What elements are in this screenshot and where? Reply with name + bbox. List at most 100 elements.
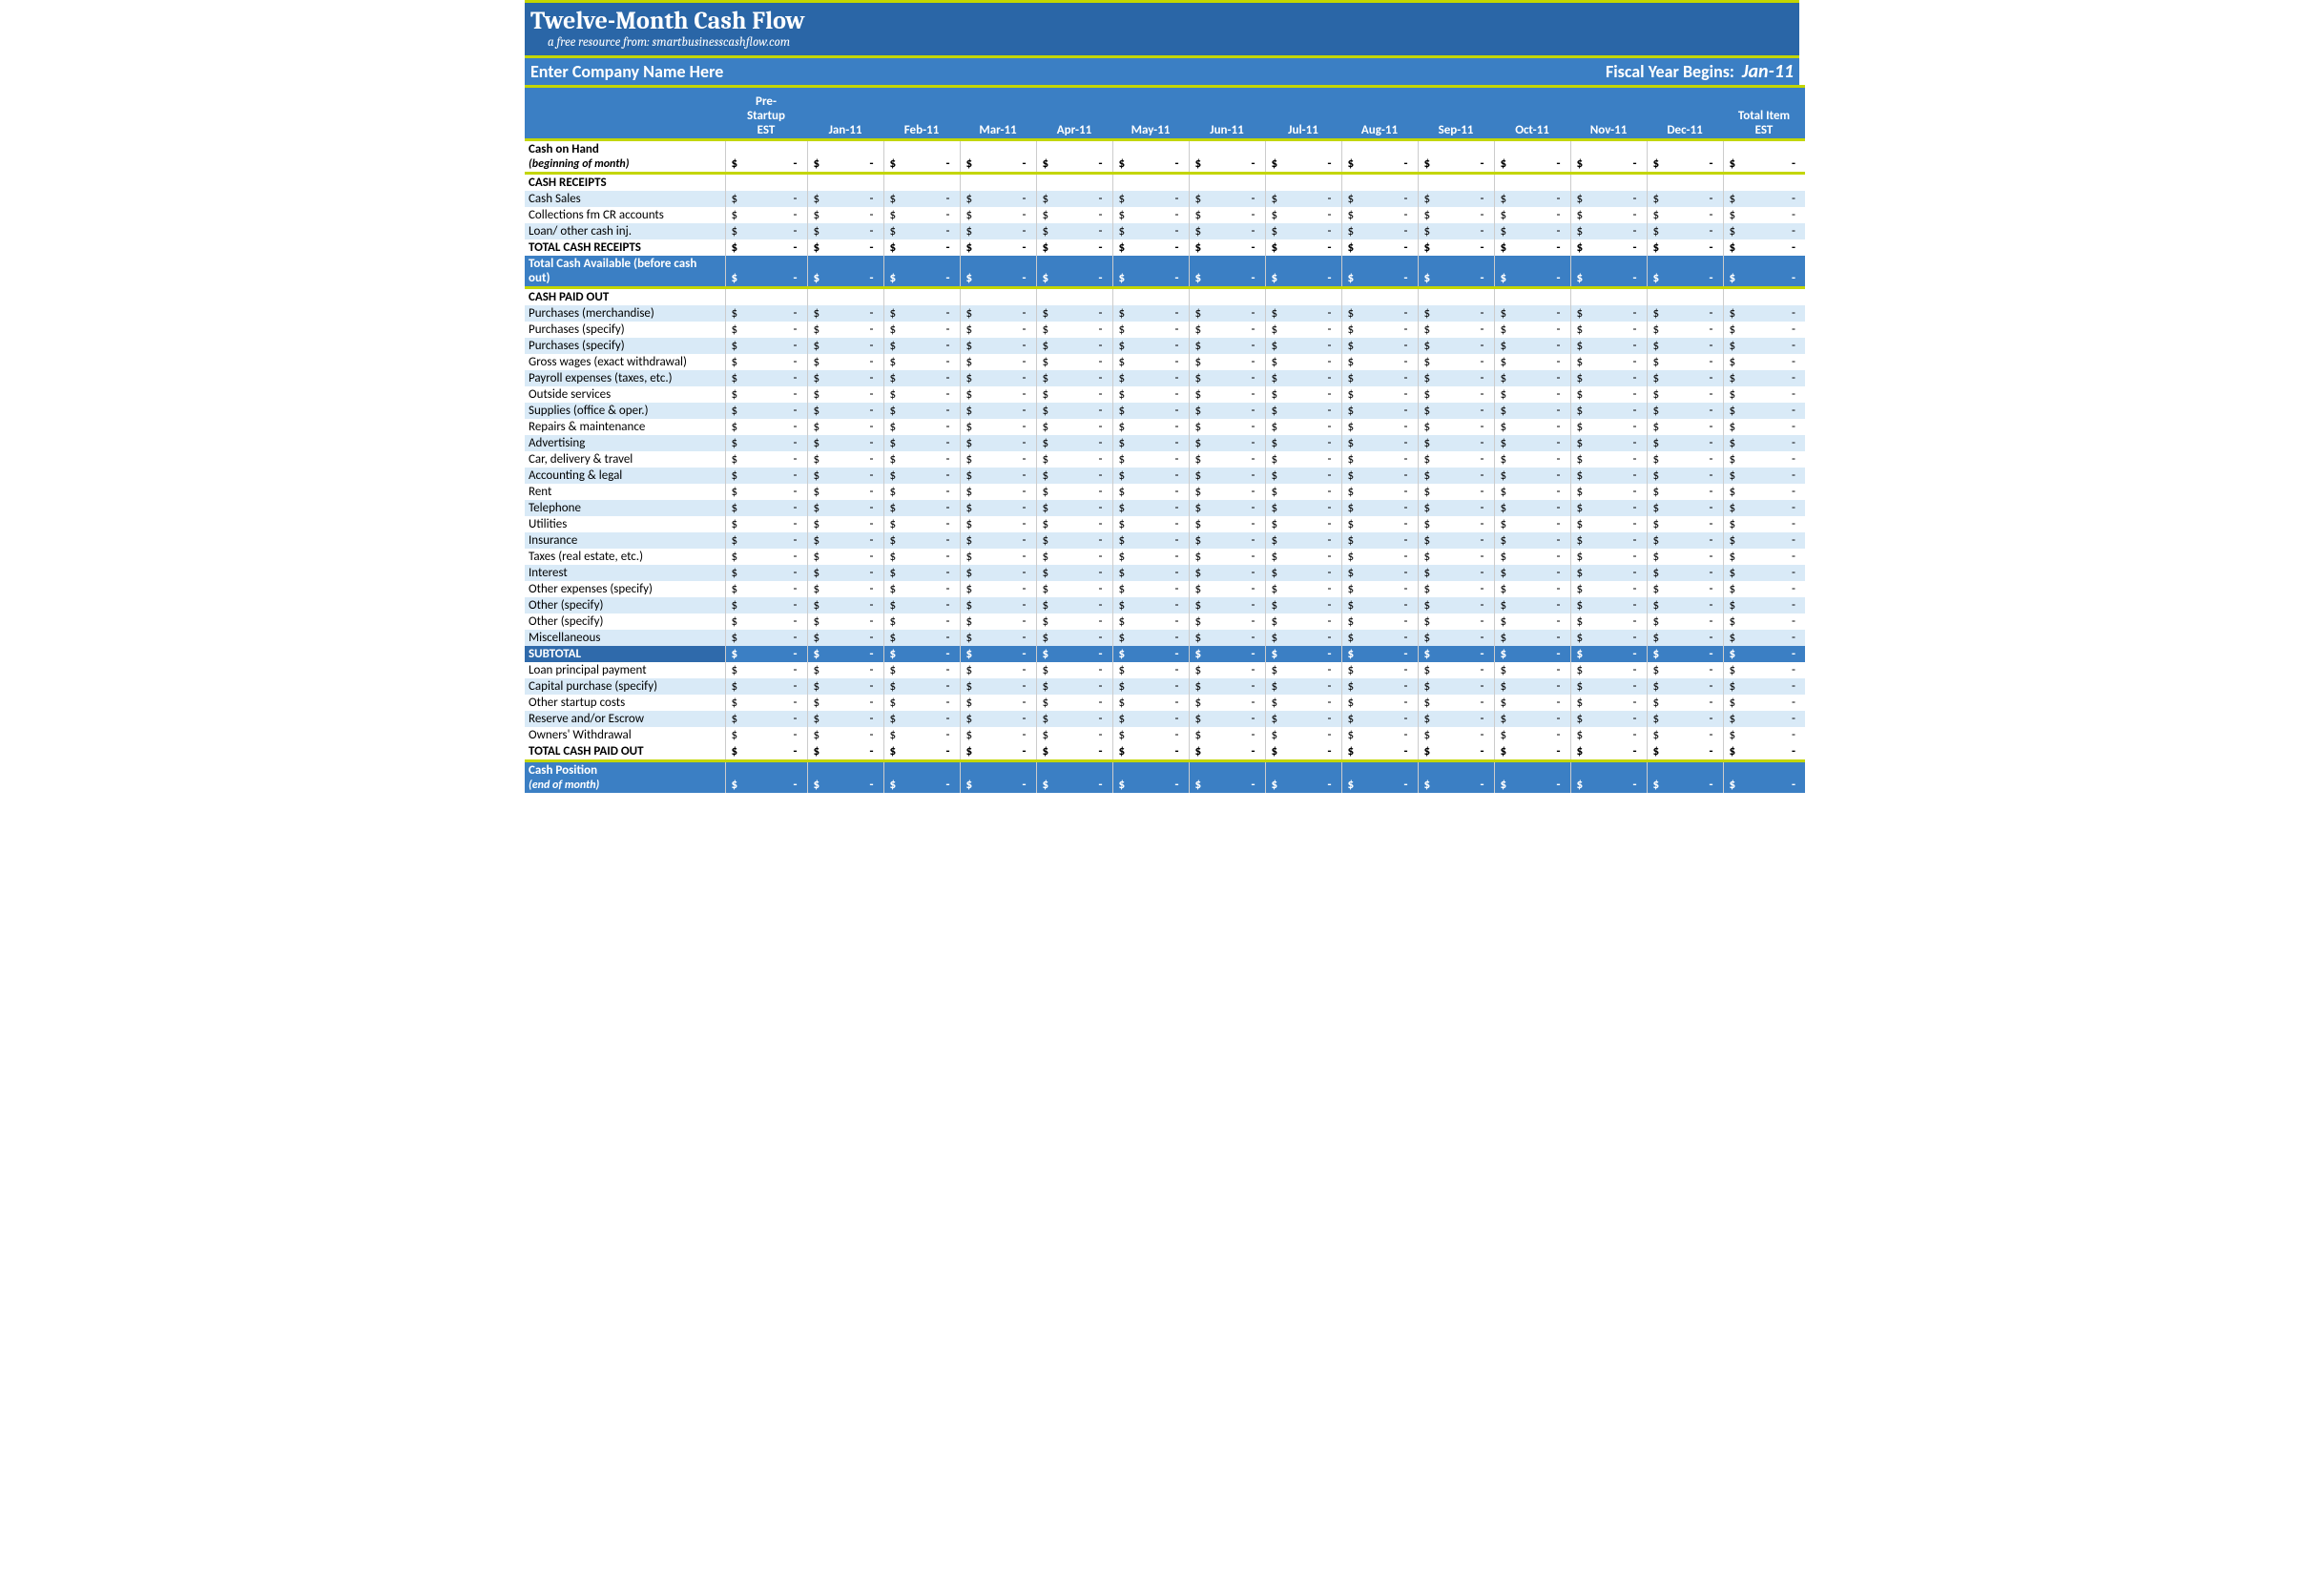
fiscal-year-value[interactable]: Jan-11 bbox=[1742, 60, 1794, 83]
value-cell[interactable]: $- bbox=[1494, 532, 1570, 549]
value-cell[interactable]: $- bbox=[1494, 354, 1570, 370]
value-cell[interactable]: $- bbox=[1418, 532, 1494, 549]
value-cell[interactable]: $- bbox=[960, 630, 1036, 646]
value-cell[interactable]: $- bbox=[1570, 761, 1647, 794]
value-cell[interactable]: $- bbox=[1723, 191, 1805, 207]
value-cell[interactable]: $- bbox=[725, 695, 807, 711]
value-cell[interactable]: $- bbox=[1570, 403, 1647, 419]
value-cell[interactable]: $- bbox=[883, 435, 960, 451]
value-cell[interactable]: $- bbox=[1112, 419, 1189, 435]
value-cell[interactable]: $- bbox=[883, 223, 960, 239]
value-cell[interactable]: $- bbox=[1647, 322, 1723, 338]
value-cell[interactable]: $- bbox=[1265, 711, 1341, 727]
value-cell[interactable]: $- bbox=[725, 322, 807, 338]
value-cell[interactable]: $- bbox=[1265, 662, 1341, 678]
value-cell[interactable]: $- bbox=[1036, 354, 1112, 370]
value-cell[interactable]: $- bbox=[1112, 435, 1189, 451]
value-cell[interactable]: $- bbox=[1570, 662, 1647, 678]
value-cell[interactable]: $- bbox=[960, 727, 1036, 743]
value-cell[interactable]: $- bbox=[1494, 662, 1570, 678]
value-cell[interactable]: $- bbox=[725, 256, 807, 288]
value-cell[interactable]: $- bbox=[883, 403, 960, 419]
value-cell[interactable]: $- bbox=[1494, 403, 1570, 419]
value-cell[interactable]: $- bbox=[725, 646, 807, 662]
value-cell[interactable]: $- bbox=[1723, 468, 1805, 484]
value-cell[interactable]: $- bbox=[1341, 662, 1418, 678]
value-cell[interactable]: $- bbox=[1265, 451, 1341, 468]
value-cell[interactable]: $- bbox=[1341, 223, 1418, 239]
value-cell[interactable]: $- bbox=[1723, 532, 1805, 549]
value-cell[interactable]: $- bbox=[960, 223, 1036, 239]
company-name-field[interactable]: Enter Company Name Here bbox=[530, 61, 723, 82]
value-cell[interactable]: $- bbox=[725, 711, 807, 727]
value-cell[interactable]: $- bbox=[1189, 322, 1265, 338]
value-cell[interactable]: $- bbox=[1723, 207, 1805, 223]
value-cell[interactable]: $- bbox=[1112, 532, 1189, 549]
value-cell[interactable]: $- bbox=[1036, 370, 1112, 386]
value-cell[interactable]: $- bbox=[725, 565, 807, 581]
value-cell[interactable]: $- bbox=[1647, 678, 1723, 695]
value-cell[interactable]: $- bbox=[1189, 565, 1265, 581]
value-cell[interactable]: $- bbox=[1341, 322, 1418, 338]
value-cell[interactable]: $- bbox=[1647, 305, 1723, 322]
value-cell[interactable]: $- bbox=[1494, 207, 1570, 223]
value-cell[interactable]: $- bbox=[807, 662, 883, 678]
value-cell[interactable]: $- bbox=[883, 239, 960, 256]
value-cell[interactable]: $- bbox=[725, 354, 807, 370]
value-cell[interactable]: $- bbox=[883, 532, 960, 549]
value-cell[interactable]: $- bbox=[1189, 468, 1265, 484]
value-cell[interactable]: $- bbox=[1418, 727, 1494, 743]
value-cell[interactable]: $- bbox=[1418, 516, 1494, 532]
value-cell[interactable]: $- bbox=[1494, 386, 1570, 403]
value-cell[interactable]: $- bbox=[1341, 305, 1418, 322]
value-cell[interactable]: $- bbox=[1189, 223, 1265, 239]
value-cell[interactable]: $- bbox=[1341, 484, 1418, 500]
value-cell[interactable]: $- bbox=[1723, 419, 1805, 435]
value-cell[interactable]: $- bbox=[1494, 419, 1570, 435]
value-cell[interactable]: $- bbox=[960, 386, 1036, 403]
value-cell[interactable]: $- bbox=[883, 646, 960, 662]
value-cell[interactable]: $- bbox=[1036, 305, 1112, 322]
value-cell[interactable]: $- bbox=[1418, 223, 1494, 239]
value-cell[interactable]: $- bbox=[1265, 695, 1341, 711]
value-cell[interactable]: $- bbox=[1036, 695, 1112, 711]
value-cell[interactable]: $- bbox=[1341, 207, 1418, 223]
value-cell[interactable]: $- bbox=[1341, 239, 1418, 256]
value-cell[interactable]: $- bbox=[960, 565, 1036, 581]
value-cell[interactable]: $- bbox=[807, 727, 883, 743]
value-cell[interactable]: $- bbox=[1418, 761, 1494, 794]
value-cell[interactable]: $- bbox=[1189, 597, 1265, 613]
value-cell[interactable]: $- bbox=[1570, 516, 1647, 532]
value-cell[interactable]: $- bbox=[807, 207, 883, 223]
value-cell[interactable]: $- bbox=[883, 305, 960, 322]
value-cell[interactable]: $- bbox=[1265, 727, 1341, 743]
value-cell[interactable]: $- bbox=[883, 140, 960, 174]
value-cell[interactable]: $- bbox=[1189, 581, 1265, 597]
value-cell[interactable]: $- bbox=[725, 678, 807, 695]
value-cell[interactable]: $- bbox=[1647, 597, 1723, 613]
value-cell[interactable]: $- bbox=[1341, 761, 1418, 794]
value-cell[interactable]: $- bbox=[1494, 581, 1570, 597]
value-cell[interactable]: $- bbox=[1494, 761, 1570, 794]
value-cell[interactable]: $- bbox=[807, 338, 883, 354]
value-cell[interactable]: $- bbox=[1494, 256, 1570, 288]
value-cell[interactable]: $- bbox=[1341, 370, 1418, 386]
value-cell[interactable]: $- bbox=[1418, 370, 1494, 386]
value-cell[interactable]: $- bbox=[960, 646, 1036, 662]
value-cell[interactable]: $- bbox=[807, 403, 883, 419]
value-cell[interactable]: $- bbox=[1036, 435, 1112, 451]
value-cell[interactable]: $- bbox=[1723, 386, 1805, 403]
value-cell[interactable]: $- bbox=[1723, 451, 1805, 468]
value-cell[interactable]: $- bbox=[1570, 386, 1647, 403]
value-cell[interactable]: $- bbox=[1265, 565, 1341, 581]
value-cell[interactable]: $- bbox=[1418, 207, 1494, 223]
value-cell[interactable]: $- bbox=[1189, 516, 1265, 532]
value-cell[interactable]: $- bbox=[1189, 403, 1265, 419]
value-cell[interactable]: $- bbox=[1570, 743, 1647, 761]
value-cell[interactable]: $- bbox=[1265, 743, 1341, 761]
value-cell[interactable]: $- bbox=[883, 743, 960, 761]
value-cell[interactable]: $- bbox=[1723, 239, 1805, 256]
value-cell[interactable]: $- bbox=[1265, 223, 1341, 239]
value-cell[interactable]: $- bbox=[1494, 484, 1570, 500]
value-cell[interactable]: $- bbox=[1036, 581, 1112, 597]
